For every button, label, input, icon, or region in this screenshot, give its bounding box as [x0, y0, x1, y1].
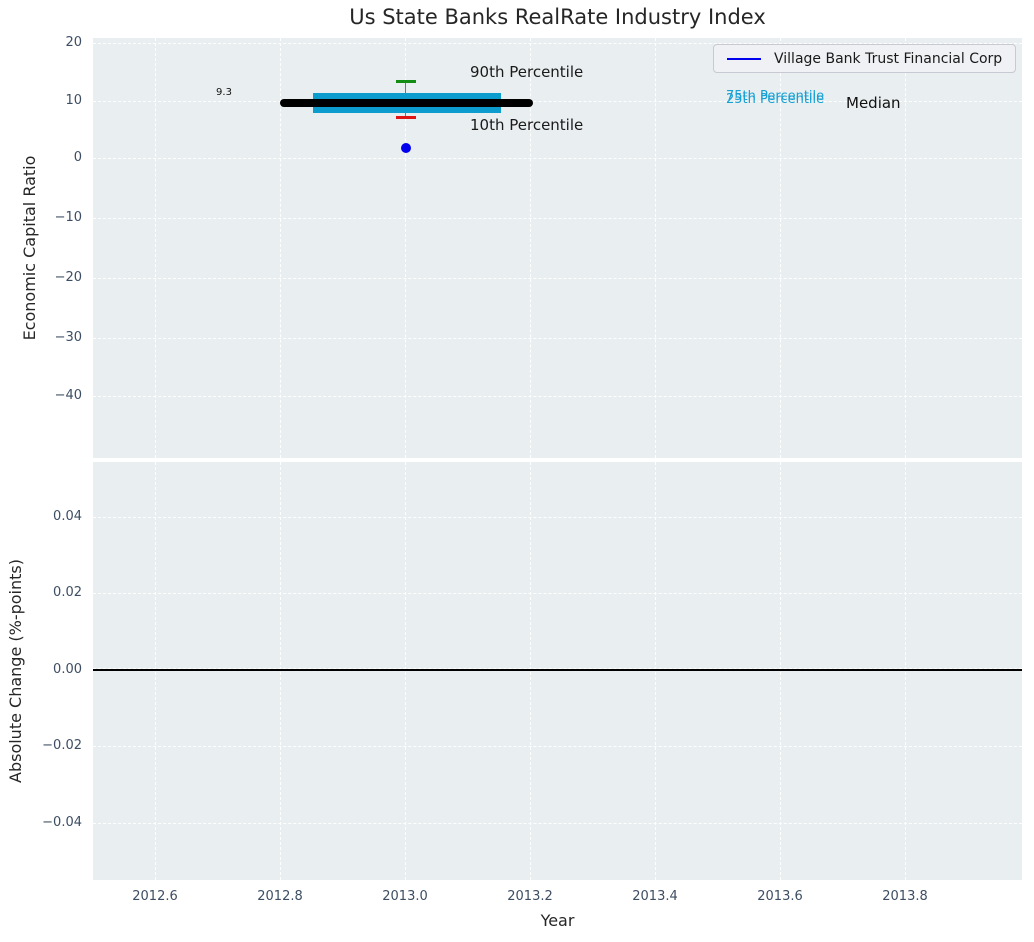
gridline	[530, 462, 531, 880]
gridline	[93, 158, 1022, 159]
p10-cap	[396, 116, 416, 119]
p90-cap	[396, 80, 416, 83]
top-plot-area: 9.3 90th Percentile 10th Percentile 75th…	[93, 38, 1022, 458]
company-data-point	[401, 143, 411, 153]
x-tick: 2013.6	[757, 889, 803, 904]
x-tick: 2013.0	[382, 889, 428, 904]
gridline	[93, 396, 1022, 397]
legend: Village Bank Trust Financial Corp	[713, 44, 1016, 73]
gridline	[93, 278, 1022, 279]
p10-label: 10th Percentile	[470, 116, 584, 134]
gridline	[780, 462, 781, 880]
x-tick: 2013.4	[632, 889, 678, 904]
legend-label: Village Bank Trust Financial Corp	[774, 50, 1003, 67]
gridline	[405, 462, 406, 880]
figure: Us State Banks RealRate Industry Index 9…	[0, 0, 1034, 942]
p90-label: 90th Percentile	[470, 63, 584, 81]
gridline	[655, 462, 656, 880]
bottom-ylabel: Absolute Change (%-points)	[6, 559, 25, 783]
gridline	[93, 746, 1022, 747]
chart-title: Us State Banks RealRate Industry Index	[349, 5, 766, 29]
x-tick: 2012.6	[132, 889, 178, 904]
gridline	[93, 218, 1022, 219]
gridline	[93, 823, 1022, 824]
x-axis-label: Year	[540, 911, 575, 930]
bottom-plot-area	[93, 462, 1022, 880]
top-ylabel: Economic Capital Ratio	[20, 155, 39, 341]
median-value-label: 9.3	[216, 87, 232, 98]
x-tick: 2013.2	[507, 889, 553, 904]
gridline	[905, 462, 906, 880]
x-tick: 2012.8	[257, 889, 303, 904]
median-line	[280, 99, 533, 107]
gridline	[155, 462, 156, 880]
median-label: Median	[846, 94, 901, 112]
gridline	[280, 462, 281, 880]
zero-line	[93, 669, 1022, 671]
gridline	[93, 593, 1022, 594]
p25-label: 25th Percentile	[726, 92, 825, 107]
legend-line-sample	[727, 57, 761, 60]
gridline	[93, 338, 1022, 339]
x-tick: 2013.8	[882, 889, 928, 904]
gridline	[93, 517, 1022, 518]
